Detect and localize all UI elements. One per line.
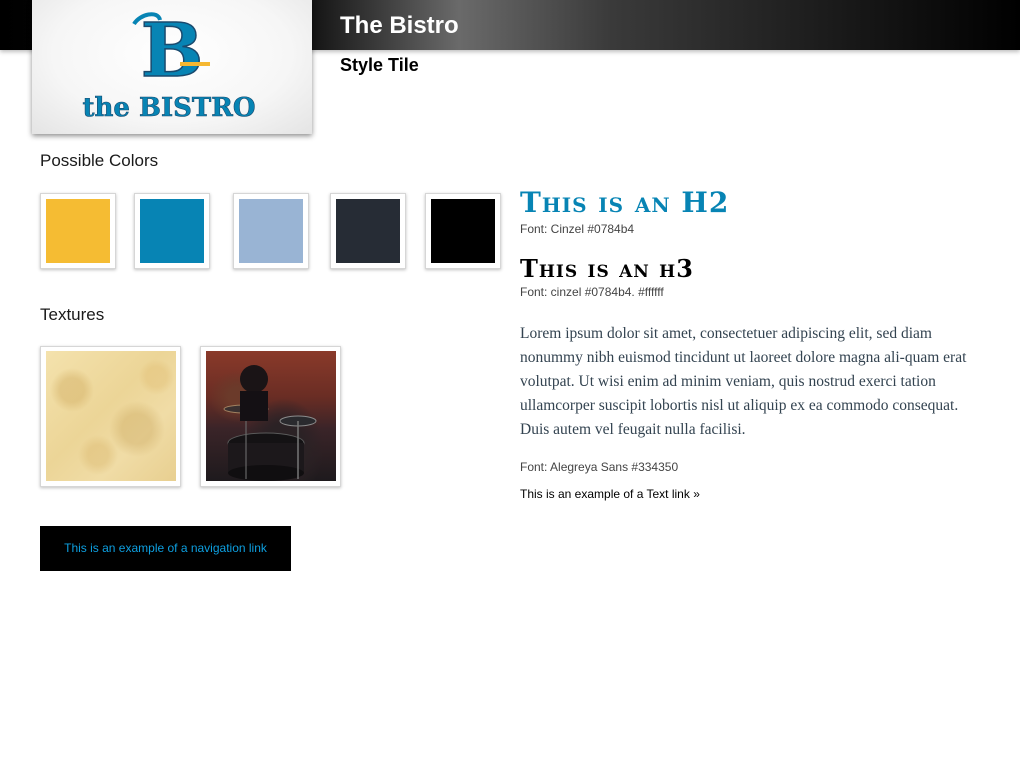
h2-font-note: Font: Cinzel #0784b4 [520,222,635,236]
text-link[interactable]: This is an example of a Text link » [520,487,700,501]
bistro-logo-icon: B the BISTRO [82,7,256,123]
page-subtitle: Style Tile [340,55,419,75]
site-title: The Bistro [340,12,459,39]
color-swatch [134,193,210,269]
textures-section-title: Textures [40,305,105,324]
logo-wordmark: the BISTRO [82,93,255,123]
colors-section-title: Possible Colors [40,151,159,170]
color-swatch [330,193,406,269]
navigation-link[interactable]: This is an example of a navigation link [40,526,291,571]
h3-font-note: Font: cinzel #0784b4. #ffffff [520,285,664,299]
logo[interactable]: B the BISTRO [32,0,312,134]
color-swatch [425,193,501,269]
h2-sample: This is an H2 [520,186,730,219]
h3-sample: This is an h3 [520,254,694,283]
paper-texture [40,346,181,487]
drum-kit-photo [200,346,341,487]
color-swatch [40,193,116,269]
body-text-sample: Lorem ipsum dolor sit amet, consectetuer… [520,325,967,438]
logo-letter: B [141,8,204,94]
color-swatch [233,193,309,269]
body-font-note: Font: Alegreya Sans #334350 [520,460,679,474]
